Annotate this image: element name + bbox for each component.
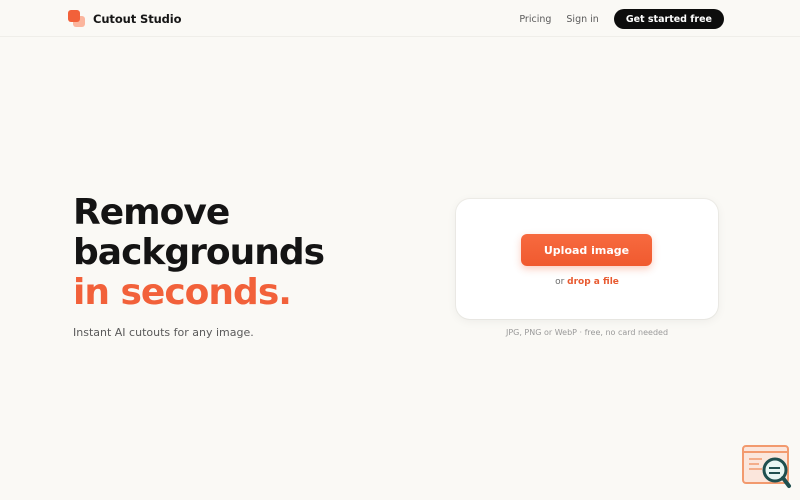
upload-dropzone[interactable]: Upload image or drop a file xyxy=(456,199,718,319)
upload-image-button[interactable]: Upload image xyxy=(521,234,652,266)
search-document-icon[interactable] xyxy=(742,445,792,489)
drop-file-link[interactable]: drop a file xyxy=(567,277,619,287)
hero-title-line-2: backgrounds xyxy=(73,232,325,273)
drop-hint: or drop a file xyxy=(456,277,718,287)
overlapping-squares-icon xyxy=(68,10,86,28)
upload-note: JPG, PNG or WebP · free, no card needed xyxy=(505,328,669,337)
hero-title: Remove backgrounds in seconds. xyxy=(73,192,325,313)
nav-links: Pricing Sign in Get started free xyxy=(519,9,724,29)
nav-sign-in-link[interactable]: Sign in xyxy=(566,14,598,25)
brand[interactable]: Cutout Studio xyxy=(68,10,182,28)
landing-page: Cutout Studio Pricing Sign in Get starte… xyxy=(0,0,800,500)
get-started-button[interactable]: Get started free xyxy=(613,9,724,29)
hero-title-line-1: Remove xyxy=(73,192,230,233)
nav-pricing-link[interactable]: Pricing xyxy=(519,14,551,25)
hero-title-accent: in seconds. xyxy=(73,272,292,313)
top-nav: Cutout Studio Pricing Sign in Get starte… xyxy=(0,0,800,37)
brand-name: Cutout Studio xyxy=(93,12,182,26)
drop-hint-prefix: or xyxy=(555,277,568,287)
hero-subtitle: Instant AI cutouts for any image. xyxy=(73,326,254,339)
